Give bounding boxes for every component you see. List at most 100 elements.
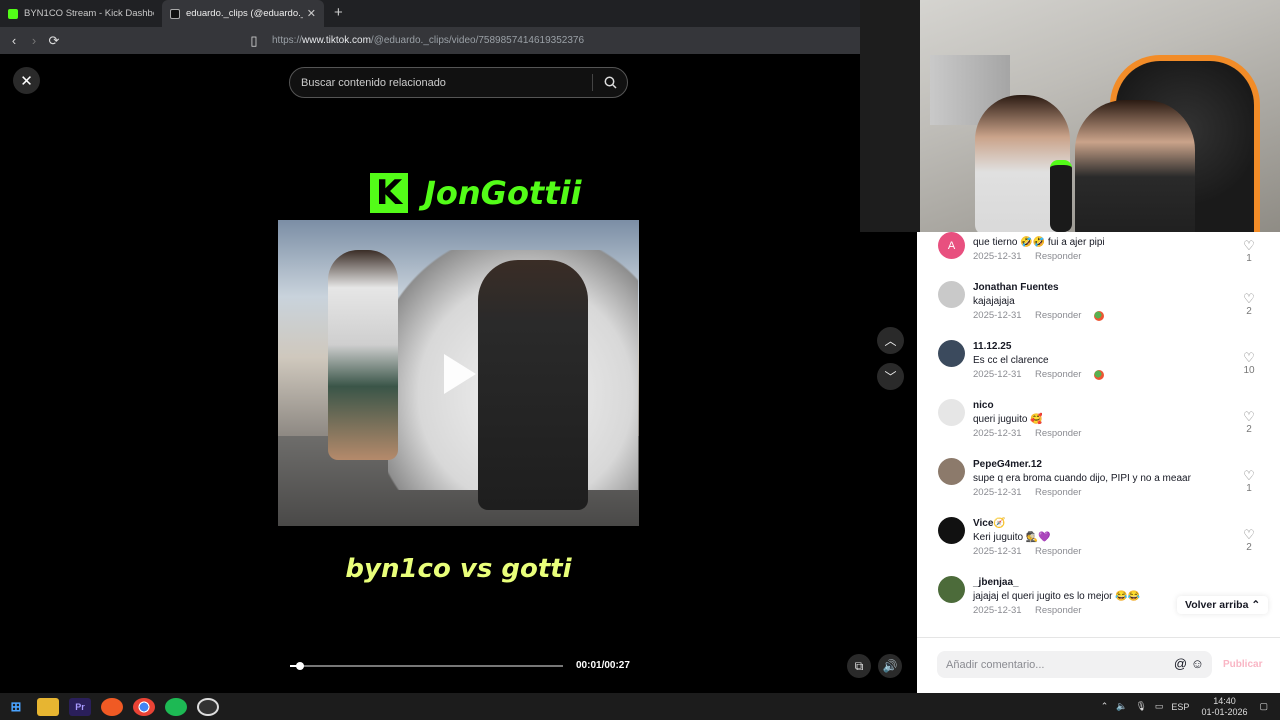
play-icon[interactable] [444, 354, 476, 394]
emoji-icon[interactable]: ☺ [1191, 656, 1204, 671]
video-title-overlay: K JonGottii [370, 170, 581, 215]
comment-item: 11.12.25 Es cc el clarence 2025-12-31 Re… [917, 340, 1280, 398]
comment-text: Keri juguito 🕵️💜 [973, 532, 1051, 543]
comment-date: 2025-12-31 [973, 605, 1022, 616]
avatar[interactable] [938, 340, 965, 367]
tab-kick-dashboard[interactable]: BYN1CO Stream - Kick Dashboard [0, 0, 162, 27]
avatar[interactable]: A [938, 232, 965, 259]
comment-text: jajajaj el queri jugito es lo mejor 😂😂 [973, 591, 1141, 602]
heart-icon[interactable]: ♡ [1242, 291, 1256, 307]
comment-item: Vice🧭 Keri juguito 🕵️💜 2025-12-31 Respon… [917, 517, 1280, 575]
input-icons: @ ☺ [1174, 656, 1204, 671]
comment-date: 2025-12-31 [973, 428, 1022, 439]
search-placeholder: Buscar contenido relacionado [301, 76, 446, 89]
notifications-icon[interactable]: ▢ [1259, 701, 1268, 712]
comment-username[interactable]: Vice🧭 [973, 518, 1006, 529]
related-search-bar[interactable]: Buscar contenido relacionado [289, 67, 628, 98]
comment-username[interactable]: 11.12.25 [973, 341, 1011, 352]
obs-icon[interactable] [197, 697, 219, 716]
comment-date: 2025-12-31 [973, 310, 1022, 321]
creator-badge-icon [1094, 370, 1104, 380]
heart-icon[interactable]: ♡ [1242, 468, 1256, 484]
microphone [1050, 160, 1072, 232]
reply-button[interactable]: Responder [1035, 428, 1081, 439]
volume-icon[interactable]: 🔊 [878, 654, 902, 678]
video-caption: byn1co vs gotti [345, 554, 572, 584]
url-path: /@eduardo._clips/video/75898574146193523… [370, 35, 585, 46]
comment-username[interactable]: Jonathan Fuentes [973, 282, 1059, 293]
avatar[interactable] [938, 517, 965, 544]
speaker-icon[interactable]: 🔈 [1116, 701, 1127, 712]
heart-icon[interactable]: ♡ [1242, 409, 1256, 425]
divider [917, 637, 1280, 638]
reply-button[interactable]: Responder [1035, 487, 1081, 498]
comment-date: 2025-12-31 [973, 369, 1022, 380]
close-player-button[interactable]: ✕ [13, 67, 40, 94]
network-icon[interactable]: ▭ [1155, 701, 1164, 712]
heart-icon[interactable]: ♡ [1242, 350, 1256, 366]
heart-icon[interactable]: ♡ [1242, 527, 1256, 543]
post-button[interactable]: Publicar [1223, 659, 1262, 670]
comment-username[interactable]: _jbenjaa_ [973, 577, 1019, 588]
comment-username[interactable]: nico [973, 400, 994, 411]
mention-icon[interactable]: @ [1174, 656, 1187, 671]
video-person-right [478, 260, 588, 510]
comment-item: nico queri juguito 🥰 2025-12-31 Responde… [917, 399, 1280, 457]
progress-knob[interactable] [296, 662, 305, 670]
avatar[interactable] [938, 576, 965, 603]
spotify-icon[interactable] [165, 697, 187, 716]
reply-button[interactable]: Responder [1035, 605, 1081, 616]
next-video-button[interactable]: ﹀ [877, 363, 904, 390]
close-tab-icon[interactable]: ✕ [307, 7, 316, 20]
new-tab-button[interactable]: + [334, 0, 343, 27]
chevron-up-icon: ⌃ [1251, 599, 1261, 611]
previous-video-button[interactable]: ︿ [877, 327, 904, 354]
reload-icon[interactable]: ⟳ [44, 33, 64, 49]
kick-favicon-icon [8, 8, 18, 19]
kick-logo-icon: K [370, 172, 408, 213]
video-time: 00:01/00:27 [576, 660, 630, 671]
browser-tabbar: BYN1CO Stream - Kick Dashboard eduardo._… [0, 0, 860, 27]
webcam-overlay [860, 0, 1280, 232]
language-indicator[interactable]: ESP [1171, 702, 1189, 712]
premiere-icon[interactable]: Pr [69, 697, 91, 716]
back-icon[interactable]: ‹ [4, 33, 24, 48]
windows-start-icon[interactable]: ⊞ [5, 698, 27, 716]
chrome-icon[interactable] [133, 697, 155, 716]
url-field[interactable]: https://www.tiktok.com/@eduardo._clips/v… [272, 27, 584, 54]
reply-button[interactable]: Responder [1035, 369, 1081, 380]
comment-text: kajajajaja [973, 296, 1015, 307]
windows-taskbar: ⊞ Pr ⌃ 🔈 🎙 ▭ ESP 14:40 01-01-2026 ▢ [0, 693, 1280, 720]
comment-list: A que tierno 🤣🤣 fui a ajer pipi 2025-12-… [917, 232, 1280, 637]
comment-username[interactable]: PepeG4mer.12 [973, 459, 1042, 470]
reply-button[interactable]: Responder [1035, 546, 1081, 557]
comment-input-placeholder: Añadir comentario... [946, 658, 1045, 671]
tab-tiktok[interactable]: eduardo._clips (@eduardo._clips) ✕ [162, 0, 324, 27]
cam-background-sheet [860, 0, 920, 232]
mic-icon[interactable]: 🎙 [1135, 701, 1146, 712]
clock[interactable]: 14:40 01-01-2026 [1201, 696, 1247, 718]
forward-icon[interactable]: › [24, 33, 44, 48]
comment-date: 2025-12-31 [973, 251, 1022, 262]
video-progress-bar[interactable] [290, 662, 563, 670]
like-count: 1 [1246, 483, 1252, 494]
brave-icon[interactable] [101, 697, 123, 716]
system-tray: ⌃ 🔈 🎙 ▭ ESP 14:40 01-01-2026 ▢ [1097, 693, 1272, 720]
video-player: ✕ Buscar contenido relacionado K JonGott… [0, 54, 917, 693]
chevron-up-icon[interactable]: ⌃ [1101, 701, 1109, 712]
cam-person-right [1075, 100, 1195, 232]
avatar[interactable] [938, 458, 965, 485]
heart-icon[interactable]: ♡ [1242, 238, 1256, 254]
back-to-top-button[interactable]: Volver arriba ⌃ [1177, 596, 1269, 614]
comment-input[interactable]: Añadir comentario... @ ☺ [937, 651, 1212, 678]
bookmark-icon[interactable]: ▯ [244, 33, 264, 49]
comment-date: 2025-12-31 [973, 487, 1022, 498]
avatar[interactable] [938, 399, 965, 426]
reply-button[interactable]: Responder [1035, 251, 1081, 262]
file-explorer-icon[interactable] [37, 697, 59, 716]
clock-date: 01-01-2026 [1201, 706, 1248, 717]
search-icon[interactable] [593, 76, 627, 89]
avatar[interactable] [938, 281, 965, 308]
floating-player-icon[interactable]: ⧉ [847, 654, 871, 678]
reply-button[interactable]: Responder [1035, 310, 1081, 321]
